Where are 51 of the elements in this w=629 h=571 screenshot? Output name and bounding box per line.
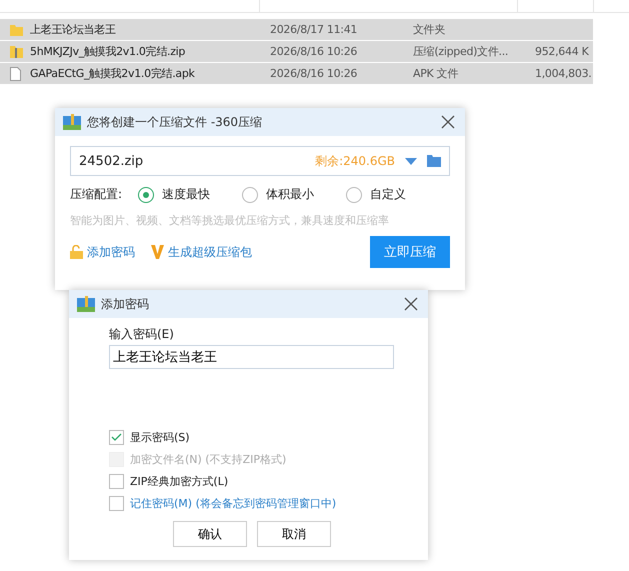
add-password-link[interactable]: 添加密码 bbox=[87, 244, 135, 260]
checkbox-label: ZIP经典加密方式(L) bbox=[130, 474, 228, 488]
option-label: 速度最快 bbox=[162, 186, 210, 203]
file-row[interactable]: GAPaECtG_触摸我2v1.0完结.apk 2026/8/16 10:26 APK 文件 1,004,803. bbox=[0, 63, 593, 84]
file-name: GAPaECtG_触摸我2v1.0完结.apk bbox=[30, 66, 196, 81]
modified-date: 2026/8/16 10:26 bbox=[270, 67, 358, 80]
super-package-link[interactable]: 生成超级压缩包 bbox=[168, 244, 252, 260]
file-row[interactable]: 上老王论坛当老王 2026/8/17 11:41 文件夹 bbox=[0, 19, 593, 40]
file-size: 1,004,803. bbox=[535, 67, 592, 80]
filename-field[interactable]: 24502.zip 剩余:240.6GB bbox=[70, 146, 450, 176]
checkbox-link-label: 记住密码(M) (将会备忘到密码管理窗口中) bbox=[130, 496, 336, 510]
padlock-icon bbox=[70, 245, 83, 259]
modified-date: 2026/8/16 10:26 bbox=[270, 45, 358, 58]
v-icon bbox=[151, 245, 164, 259]
close-icon[interactable] bbox=[441, 115, 455, 129]
checkbox-label: 加密文件名(N) (不支持ZIP格式) bbox=[130, 452, 286, 466]
modified-date: 2026/8/17 11:41 bbox=[270, 23, 358, 36]
radio-button[interactable] bbox=[242, 186, 258, 202]
file-name: 5hMKJZJv_触摸我2v1.0完结.zip bbox=[30, 44, 186, 59]
close-icon[interactable] bbox=[404, 297, 418, 311]
free-space: 剩余:240.6GB bbox=[315, 152, 395, 170]
radio-button[interactable] bbox=[138, 186, 154, 202]
dialog-title: 添加密码 bbox=[101, 296, 150, 312]
checkbox-label: 显示密码(S) bbox=[130, 430, 190, 444]
file-type: 文件夹 bbox=[413, 22, 446, 37]
option-label: 自定义 bbox=[370, 186, 406, 203]
dialog-title: 您将创建一个压缩文件 -360压缩 bbox=[87, 114, 264, 130]
password-field[interactable]: 上老王论坛当老王 bbox=[109, 345, 394, 369]
checkbox[interactable] bbox=[109, 496, 124, 510]
file-size: 952,644 K bbox=[535, 45, 590, 58]
field-label: 输入密码(E) bbox=[109, 326, 175, 343]
radio-button[interactable] bbox=[346, 186, 362, 202]
option-label: 体积最小 bbox=[266, 186, 314, 203]
folder-icon[interactable] bbox=[427, 155, 441, 167]
dropdown-caret-icon[interactable] bbox=[405, 158, 417, 164]
folder-icon bbox=[10, 24, 23, 36]
file-type: 压缩(zipped)文件... bbox=[413, 44, 510, 59]
archive-app-icon bbox=[77, 296, 95, 312]
checkbox[interactable] bbox=[109, 474, 124, 488]
zip-folder-icon bbox=[10, 45, 23, 58]
file-type: APK 文件 bbox=[413, 66, 460, 81]
archive-app-icon bbox=[63, 114, 81, 130]
file-row[interactable]: 5hMKJZJv_触摸我2v1.0完结.zip 2026/8/16 10:26 压缩(zipped)文件... 952,644 K bbox=[0, 41, 593, 62]
file-name: 上老王论坛当老王 bbox=[30, 22, 117, 37]
filename-value: 24502.zip bbox=[79, 154, 144, 168]
hint-text: 智能为图片、视频、文档等挑选最优压缩方式，兼具速度和压缩率 bbox=[70, 213, 390, 228]
checkbox[interactable] bbox=[109, 430, 124, 444]
config-label: 压缩配置: bbox=[70, 186, 122, 203]
file-icon bbox=[10, 66, 21, 80]
dialog-button[interactable]: 确认 bbox=[173, 521, 247, 547]
dialog-button[interactable]: 取消 bbox=[257, 521, 331, 547]
